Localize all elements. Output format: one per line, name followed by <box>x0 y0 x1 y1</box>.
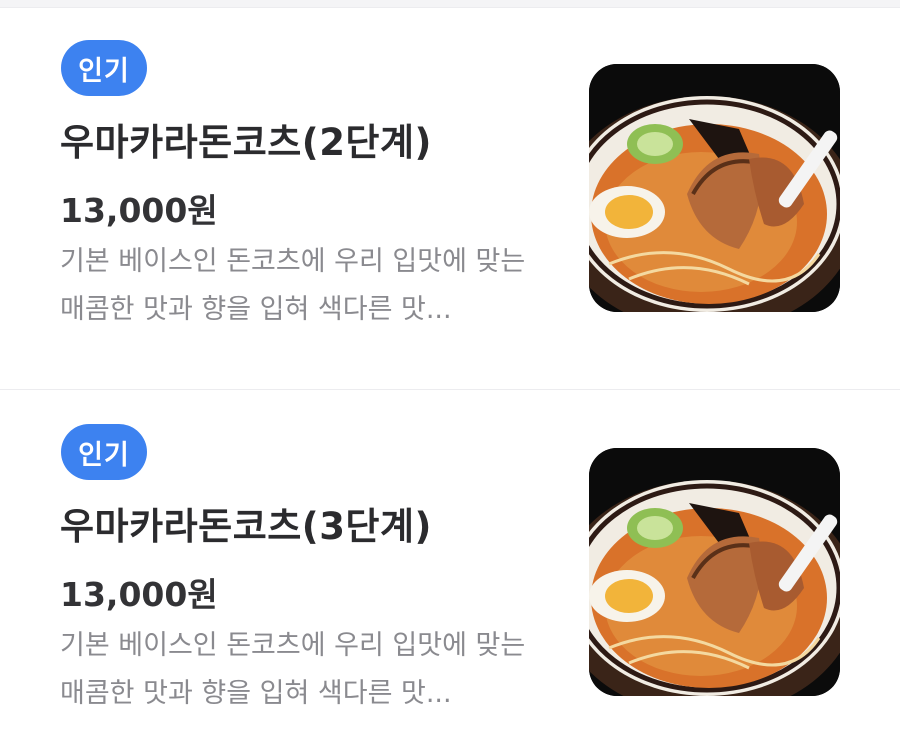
popular-badge: 인기 <box>61 40 147 96</box>
menu-item-name: 우마카라돈코츠(3단계) <box>60 505 432 548</box>
menu-item-image <box>589 64 840 312</box>
menu-item[interactable]: 인기 우마카라돈코츠(3단계) 13,000원 기본 베이스인 돈코츠에 우리 … <box>0 384 900 745</box>
menu-item-price: 13,000원 <box>60 191 218 230</box>
ramen-bowl-image <box>589 448 840 696</box>
popular-badge: 인기 <box>61 424 147 480</box>
menu-list: 인기 우마카라돈코츠(2단계) 13,000원 기본 베이스인 돈코츠에 우리 … <box>0 0 900 745</box>
menu-item-image <box>589 448 840 696</box>
menu-item-description: 기본 베이스인 돈코츠에 우리 입맛에 맞는 매콤한 맛과 향을 입혀 색다른 … <box>60 246 526 325</box>
menu-item-description: 기본 베이스인 돈코츠에 우리 입맛에 맞는 매콤한 맛과 향을 입혀 색다른 … <box>60 630 526 709</box>
menu-item-name: 우마카라돈코츠(2단계) <box>60 121 432 164</box>
menu-item-price: 13,000원 <box>60 575 218 614</box>
ramen-bowl-image <box>589 64 840 312</box>
menu-item[interactable]: 인기 우마카라돈코츠(2단계) 13,000원 기본 베이스인 돈코츠에 우리 … <box>0 0 900 380</box>
